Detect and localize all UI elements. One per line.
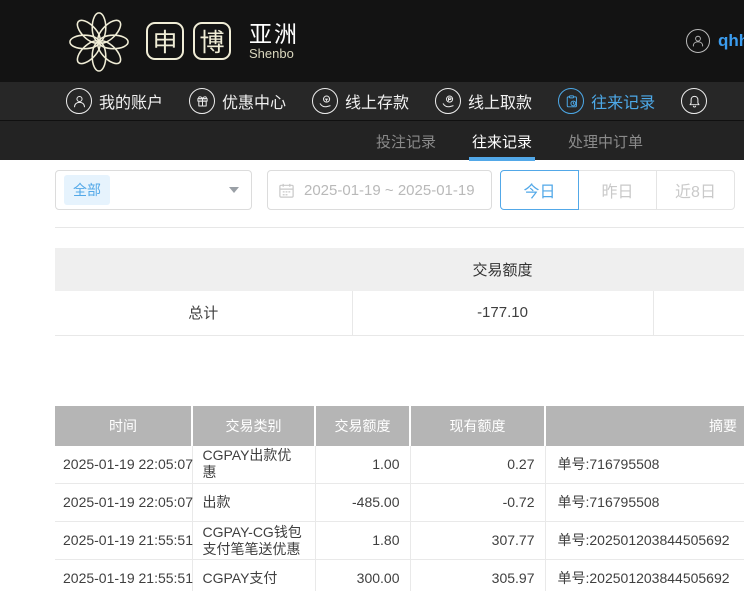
cell-balance: -0.72	[410, 484, 545, 522]
summary-header-empty2	[653, 248, 744, 291]
cell-type: 出款	[192, 484, 315, 522]
cell-type: CGPAY出款优惠	[192, 446, 315, 484]
tab-betting-records[interactable]: 投注记录	[373, 121, 439, 161]
summary-total-label: 总计	[55, 291, 352, 335]
nav-label: 我的账户	[99, 89, 163, 113]
cell-amount: 300.00	[315, 560, 410, 591]
sub-nav: 投注记录 往来记录 处理中订单	[0, 120, 744, 160]
calendar-icon	[278, 182, 295, 199]
table-row: 2025-01-19 21:55:51 CGPAY-CG钱包支付笔笔送优惠 1.…	[55, 522, 744, 560]
cell-amount: -485.00	[315, 484, 410, 522]
logo-char-bo: 博	[193, 22, 231, 60]
summary-table: 交易额度 总计 -177.10	[55, 248, 744, 336]
col-header-amount: 交易额度	[315, 406, 410, 446]
tab-transaction-records[interactable]: 往来记录	[469, 121, 535, 161]
filter-row: 全部 2025-01-19 ~ 2025-01-19 今日 昨日 近8日	[55, 170, 744, 210]
content-area: 全部 2025-01-19 ~ 2025-01-19 今日 昨日 近8日	[0, 170, 744, 591]
date-range-input[interactable]: 2025-01-19 ~ 2025-01-19	[267, 170, 492, 210]
cell-amount: 1.80	[315, 522, 410, 560]
user-icon	[66, 88, 92, 114]
today-button[interactable]: 今日	[500, 170, 579, 210]
cell-summary: 单号:202501203844505692	[545, 522, 744, 560]
main-nav: 我的账户 优惠中心 线上存款 线上取款 往来记录	[0, 82, 744, 120]
cell-summary: 单号:716795508	[545, 484, 744, 522]
yesterday-button[interactable]: 昨日	[578, 170, 657, 210]
nav-label: 线上取款	[468, 89, 532, 113]
nav-item-my-account[interactable]: 我的账户	[66, 88, 163, 114]
type-select[interactable]: 全部	[55, 170, 252, 210]
bell-icon	[681, 88, 707, 114]
col-header-type: 交易类别	[192, 406, 315, 446]
records-icon	[558, 88, 584, 114]
cell-type: CGPAY支付	[192, 560, 315, 591]
cell-time: 2025-01-19 21:55:51	[55, 522, 192, 560]
table-header-row: 时间 交易类别 交易额度 现有额度 摘要	[55, 406, 744, 446]
cell-type: CGPAY-CG钱包支付笔笔送优惠	[192, 522, 315, 560]
col-header-balance: 现有额度	[410, 406, 545, 446]
cell-time: 2025-01-19 22:05:07	[55, 484, 192, 522]
user-account[interactable]: qhh	[686, 29, 744, 53]
cell-balance: 0.27	[410, 446, 545, 484]
nav-item-records[interactable]: 往来记录	[558, 88, 655, 114]
col-header-summary: 摘要	[545, 406, 744, 446]
withdraw-icon	[435, 88, 461, 114]
logo-subtitle: Shenbo	[249, 46, 299, 61]
cell-summary: 单号:716795508	[545, 446, 744, 484]
type-select-chip[interactable]: 全部	[64, 175, 110, 205]
cell-time: 2025-01-19 22:05:07	[55, 446, 192, 484]
col-header-time: 时间	[55, 406, 192, 446]
nav-item-promotions[interactable]: 优惠中心	[189, 88, 286, 114]
cell-balance: 307.77	[410, 522, 545, 560]
summary-total-value: -177.10	[352, 291, 653, 335]
username-text[interactable]: qhh	[718, 31, 744, 51]
table-row: 2025-01-19 22:05:07 CGPAY出款优惠 1.00 0.27 …	[55, 446, 744, 484]
page: 申 博 亚洲 Shenbo qhh 我的账户	[0, 0, 744, 591]
date-range-value[interactable]: 2025-01-19 ~ 2025-01-19	[304, 182, 475, 199]
logo-region: 亚洲 Shenbo	[249, 22, 299, 61]
quick-date-buttons: 今日 昨日 近8日	[500, 170, 735, 210]
logo-region-cn: 亚洲	[249, 22, 299, 46]
summary-header-amount: 交易额度	[352, 248, 653, 291]
transactions-table: 时间 交易类别 交易额度 现有额度 摘要 2025-01-19 22:05:07…	[55, 406, 744, 591]
table-row: 2025-01-19 21:55:51 CGPAY支付 300.00 305.9…	[55, 560, 744, 591]
cell-balance: 305.97	[410, 560, 545, 591]
nav-label: 往来记录	[591, 89, 655, 113]
brand-header: 申 博 亚洲 Shenbo qhh	[0, 0, 744, 82]
table-row: 2025-01-19 22:05:07 出款 -485.00 -0.72 单号:…	[55, 484, 744, 522]
nav-label: 优惠中心	[222, 89, 286, 113]
summary-header-empty	[55, 248, 352, 291]
tab-processing-orders[interactable]: 处理中订单	[565, 121, 646, 161]
summary-header-row: 交易额度	[55, 248, 744, 291]
brand-logo[interactable]: 申 博 亚洲 Shenbo	[68, 9, 299, 73]
flower-logo-icon	[68, 9, 130, 73]
last-8-days-button[interactable]: 近8日	[656, 170, 735, 210]
deposit-icon	[312, 88, 338, 114]
nav-label: 线上存款	[345, 89, 409, 113]
divider	[55, 227, 744, 228]
nav-item-deposit[interactable]: 线上存款	[312, 88, 409, 114]
summary-empty-cell	[653, 291, 744, 335]
nav-item-notifications[interactable]	[681, 88, 714, 114]
summary-total-row: 总计 -177.10	[55, 291, 744, 335]
user-avatar-icon	[686, 29, 710, 53]
chevron-down-icon	[229, 187, 239, 193]
cell-amount: 1.00	[315, 446, 410, 484]
logo-char-shen: 申	[146, 22, 184, 60]
cell-time: 2025-01-19 21:55:51	[55, 560, 192, 591]
nav-item-withdraw[interactable]: 线上取款	[435, 88, 532, 114]
gift-icon	[189, 88, 215, 114]
logo-characters: 申 博	[146, 22, 231, 60]
cell-summary: 单号:202501203844505692	[545, 560, 744, 591]
